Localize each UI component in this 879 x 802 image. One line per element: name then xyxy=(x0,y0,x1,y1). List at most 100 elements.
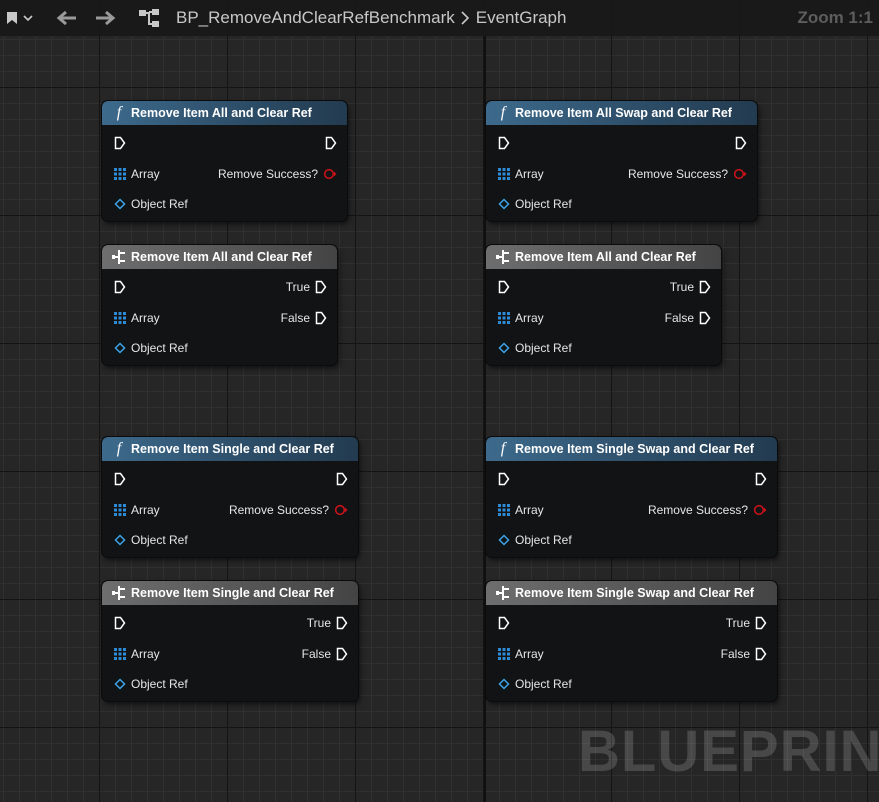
array-pin[interactable]: Array xyxy=(114,308,160,328)
array-pin-label: Array xyxy=(131,311,160,325)
false-exec-pin[interactable]: False xyxy=(281,308,327,328)
object-ref-label: Object Ref xyxy=(515,533,572,547)
exec-in-pin[interactable] xyxy=(114,133,126,153)
bool-pin-icon xyxy=(323,168,337,180)
node-header[interactable]: f Remove Item All Swap and Clear Ref xyxy=(486,101,757,125)
object-ref-label: Object Ref xyxy=(515,341,572,355)
node-header[interactable]: f Remove Item Single and Clear Ref xyxy=(102,437,358,461)
node-title: Remove Item Single Swap and Clear Ref xyxy=(515,442,754,456)
remove-success-pin[interactable]: Remove Success? xyxy=(628,164,747,184)
exec-out-pin[interactable] xyxy=(325,133,337,153)
function-node[interactable]: f Remove Item Single Swap and Clear Ref … xyxy=(486,437,777,557)
breadcrumb: BP_RemoveAndClearRefBenchmark EventGraph xyxy=(176,0,566,36)
exec-pin-icon xyxy=(699,311,711,325)
exec-pin-icon xyxy=(114,280,126,294)
object-ref-pin[interactable]: Object Ref xyxy=(114,674,188,694)
forward-button[interactable] xyxy=(94,0,116,36)
function-node[interactable]: f Remove Item All and Clear Ref Array Re… xyxy=(102,101,347,221)
object-ref-pin[interactable]: Object Ref xyxy=(114,194,188,214)
exec-pin-icon xyxy=(755,616,767,630)
graph-toolbar: BP_RemoveAndClearRefBenchmark EventGraph… xyxy=(0,0,879,36)
false-exec-pin[interactable]: False xyxy=(665,308,711,328)
exec-in-pin[interactable] xyxy=(114,613,126,633)
object-pin-icon xyxy=(498,342,510,354)
exec-pin-icon xyxy=(325,136,337,150)
node-header[interactable]: Remove Item Single Swap and Clear Ref xyxy=(486,581,777,605)
exec-pin-icon xyxy=(336,616,348,630)
object-ref-pin[interactable]: Object Ref xyxy=(114,530,188,550)
bool-pin-icon xyxy=(733,168,747,180)
array-pin[interactable]: Array xyxy=(114,644,160,664)
array-pin[interactable]: Array xyxy=(114,500,160,520)
function-node[interactable]: f Remove Item All Swap and Clear Ref Arr… xyxy=(486,101,757,221)
arrow-right-icon xyxy=(94,10,116,26)
exec-in-pin[interactable] xyxy=(498,469,510,489)
object-ref-pin[interactable]: Object Ref xyxy=(498,530,572,550)
node-title: Remove Item Single Swap and Clear Ref xyxy=(515,586,754,600)
node-header[interactable]: f Remove Item Single Swap and Clear Ref xyxy=(486,437,777,461)
array-pin[interactable]: Array xyxy=(498,308,544,328)
breadcrumb-graph[interactable]: EventGraph xyxy=(476,8,567,28)
macro-node[interactable]: Remove Item Single Swap and Clear Ref Tr… xyxy=(486,581,777,701)
macro-node[interactable]: Remove Item Single and Clear Ref True Ar… xyxy=(102,581,358,701)
object-ref-pin[interactable]: Object Ref xyxy=(498,674,572,694)
exec-out-pin[interactable] xyxy=(735,133,747,153)
true-exec-pin[interactable]: True xyxy=(286,277,327,297)
remove-success-label: Remove Success? xyxy=(627,167,728,181)
array-pin-label: Array xyxy=(515,503,544,517)
node-header[interactable]: Remove Item All and Clear Ref xyxy=(486,245,721,269)
bookmark-menu-button[interactable] xyxy=(6,0,33,36)
function-icon: f xyxy=(500,104,506,121)
exec-in-pin[interactable] xyxy=(498,277,510,297)
remove-success-label: Remove Success? xyxy=(647,503,748,517)
object-ref-pin[interactable]: Object Ref xyxy=(498,194,572,214)
object-ref-label: Object Ref xyxy=(131,677,188,691)
exec-pin-icon xyxy=(498,616,510,630)
exec-in-pin[interactable] xyxy=(498,613,510,633)
exec-pin-icon xyxy=(755,647,767,661)
array-pin[interactable]: Array xyxy=(498,164,544,184)
remove-success-pin[interactable]: Remove Success? xyxy=(229,500,348,520)
array-pin[interactable]: Array xyxy=(498,500,544,520)
exec-in-pin[interactable] xyxy=(498,133,510,153)
node-header[interactable]: Remove Item All and Clear Ref xyxy=(102,245,337,269)
object-ref-pin[interactable]: Object Ref xyxy=(114,338,188,358)
true-exec-pin[interactable]: True xyxy=(307,613,348,633)
array-pin-icon xyxy=(498,648,510,660)
remove-success-pin[interactable]: Remove Success? xyxy=(648,500,767,520)
array-pin[interactable]: Array xyxy=(498,644,544,664)
array-pin-icon xyxy=(498,504,510,516)
false-exec-pin[interactable]: False xyxy=(302,644,348,664)
node-header[interactable]: Remove Item Single and Clear Ref xyxy=(102,581,358,605)
function-icon: f xyxy=(116,104,122,121)
node-title: Remove Item All and Clear Ref xyxy=(131,250,312,264)
exec-pin-icon xyxy=(699,280,711,294)
array-pin-icon xyxy=(114,504,126,516)
false-exec-pin[interactable]: False xyxy=(721,644,767,664)
macro-node[interactable]: Remove Item All and Clear Ref True Array… xyxy=(102,245,337,365)
macro-icon xyxy=(496,585,510,601)
array-pin[interactable]: Array xyxy=(114,164,160,184)
exec-in-pin[interactable] xyxy=(114,469,126,489)
back-button[interactable] xyxy=(56,0,78,36)
breadcrumb-blueprint[interactable]: BP_RemoveAndClearRefBenchmark xyxy=(176,8,455,28)
exec-out-pin[interactable] xyxy=(336,469,348,489)
remove-success-pin[interactable]: Remove Success? xyxy=(218,164,337,184)
false-pin-label: False xyxy=(280,311,310,325)
object-pin-icon xyxy=(498,534,510,546)
exec-in-pin[interactable] xyxy=(114,277,126,297)
graph-tree-button[interactable] xyxy=(138,0,160,36)
macro-node[interactable]: Remove Item All and Clear Ref True Array… xyxy=(486,245,721,365)
graph-tree-icon xyxy=(138,8,160,28)
exec-out-pin[interactable] xyxy=(755,469,767,489)
function-node[interactable]: f Remove Item Single and Clear Ref Array… xyxy=(102,437,358,557)
exec-pin-icon xyxy=(114,616,126,630)
object-ref-pin[interactable]: Object Ref xyxy=(498,338,572,358)
true-exec-pin[interactable]: True xyxy=(726,613,767,633)
node-title: Remove Item Single and Clear Ref xyxy=(131,442,334,456)
array-pin-label: Array xyxy=(131,503,160,517)
true-exec-pin[interactable]: True xyxy=(670,277,711,297)
exec-pin-icon xyxy=(735,136,747,150)
node-header[interactable]: f Remove Item All and Clear Ref xyxy=(102,101,347,125)
exec-pin-icon xyxy=(315,280,327,294)
